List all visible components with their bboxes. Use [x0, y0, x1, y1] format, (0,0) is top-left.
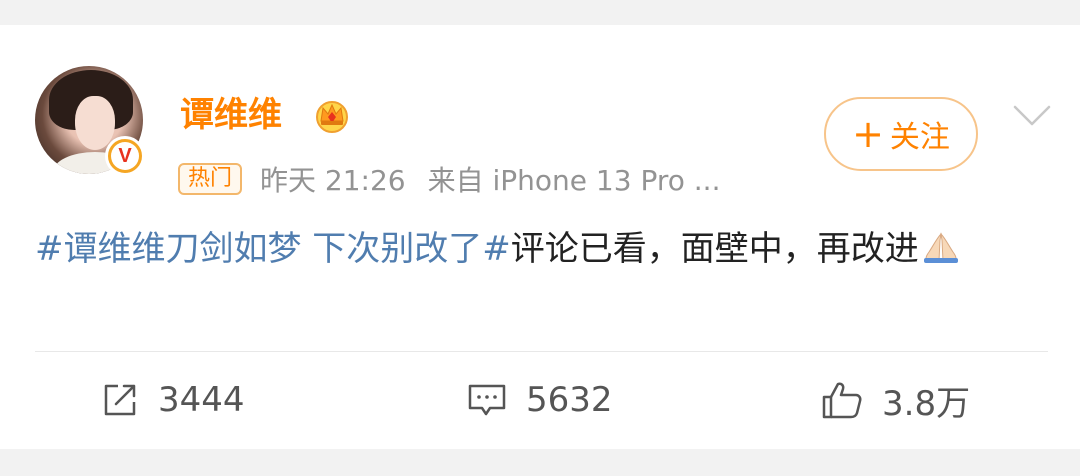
post-source: 来自 iPhone 13 Pro ...	[427, 164, 721, 197]
post-time: 昨天 21:26	[260, 164, 406, 197]
post-content: #谭维维刀剑如梦 下次别改了#评论已看，面壁中，再改进	[35, 219, 1045, 279]
weibo-post-card: V 谭维维 + 关注 热门 昨天 21:26 来自 iPhone 13 Pro …	[0, 25, 1080, 449]
comment-icon	[468, 384, 506, 416]
repost-button[interactable]: 3444	[100, 375, 245, 425]
repost-count: 3444	[158, 380, 245, 420]
verified-mark: V	[111, 142, 139, 170]
verified-badge-icon: V	[105, 136, 145, 176]
thumbs-up-icon	[822, 382, 862, 419]
comment-button[interactable]: 5632	[466, 375, 613, 425]
repost-icon	[104, 384, 136, 416]
post-body-text: 评论已看，面壁中，再改进	[510, 229, 919, 269]
follow-button[interactable]: + 关注	[824, 97, 978, 171]
post-meta: 热门 昨天 21:26 来自 iPhone 13 Pro ...	[178, 161, 720, 197]
divider	[35, 351, 1048, 352]
praying-hands-icon	[923, 232, 958, 263]
chevron-down-icon[interactable]	[1012, 103, 1052, 129]
like-count: 3.8万	[882, 383, 971, 424]
topic-link[interactable]: #谭维维刀剑如梦 下次别改了#	[35, 229, 511, 269]
hot-badge: 热门	[178, 163, 243, 195]
username[interactable]: 谭维维	[180, 93, 282, 137]
follow-label: 关注	[889, 120, 950, 155]
comment-count: 5632	[526, 380, 613, 420]
crown-icon	[316, 101, 348, 133]
like-button[interactable]: 3.8万	[820, 375, 970, 425]
plus-icon: +	[852, 112, 884, 156]
